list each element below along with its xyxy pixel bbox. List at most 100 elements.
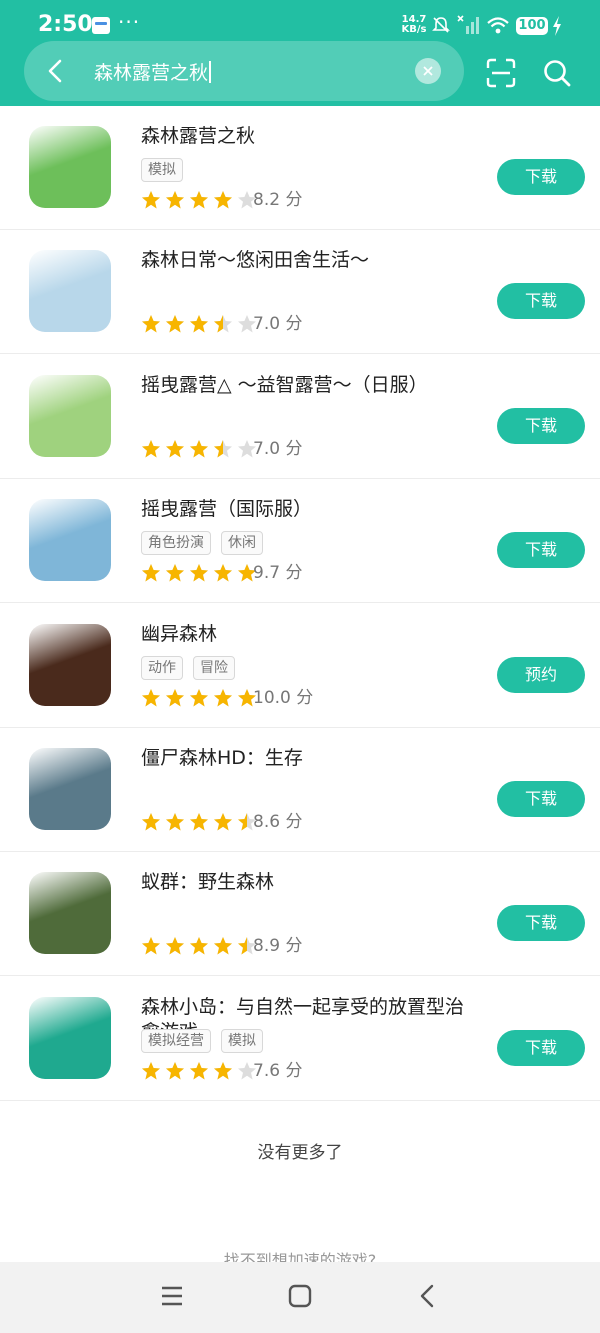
network-speed: 14.7 KB/s: [400, 15, 428, 35]
star-icon: [190, 813, 208, 831]
star-icon: [142, 689, 160, 707]
search-box[interactable]: 森林露营之秋: [24, 41, 464, 101]
game-icon[interactable]: [29, 624, 111, 706]
signal-icon: [457, 15, 479, 34]
star-icon: [142, 813, 160, 831]
muted-bell-icon: [432, 17, 450, 33]
star-icon: [166, 564, 184, 582]
star-icon: [166, 813, 184, 831]
game-score: 8.2 分: [253, 190, 303, 210]
home-icon[interactable]: [287, 1283, 313, 1309]
download-button[interactable]: 下载: [497, 905, 585, 941]
star-icon: [166, 689, 184, 707]
game-score: 9.7 分: [253, 563, 303, 583]
download-button[interactable]: 下载: [497, 1030, 585, 1066]
game-name[interactable]: 幽异森林: [141, 622, 481, 647]
back-arrow-icon[interactable]: [42, 57, 70, 85]
game-icon[interactable]: [29, 375, 111, 457]
star-icon: [166, 440, 184, 458]
star-icon: [142, 191, 160, 209]
game-tag: 冒险: [193, 656, 235, 680]
star-icon: [142, 937, 160, 955]
missing-game-hint[interactable]: 找不到想加速的游戏?: [0, 1247, 600, 1263]
network-speed-unit: KB/s: [401, 24, 427, 35]
game-score: 7.0 分: [253, 314, 303, 334]
tag-list: 模拟经营 模拟: [141, 1029, 273, 1053]
game-icon[interactable]: [29, 748, 111, 830]
star-icon: [214, 191, 232, 209]
game-name[interactable]: 摇曳露营（国际服）: [141, 497, 481, 522]
game-score: 8.9 分: [253, 936, 303, 956]
game-icon[interactable]: [29, 872, 111, 954]
game-icon[interactable]: [29, 126, 111, 208]
tag-list: 模拟: [141, 158, 193, 182]
result-row[interactable]: 僵尸森林HD：生存 8.6 分 下载: [0, 728, 600, 852]
game-tag: 角色扮演: [141, 531, 211, 555]
download-button[interactable]: 下载: [497, 283, 585, 319]
star-icon: [190, 937, 208, 955]
result-row[interactable]: 幽异森林动作 冒险 10.0 分 预约: [0, 604, 600, 728]
download-button[interactable]: 下载: [497, 781, 585, 817]
star-icon: [142, 440, 160, 458]
result-row[interactable]: 森林日常～悠闲田舍生活～ 7.0 分 下载: [0, 230, 600, 354]
game-score: 7.6 分: [253, 1061, 303, 1081]
wifi-icon: [487, 17, 509, 34]
star-icon: [190, 564, 208, 582]
top-bar: 2:50 ··· 14.7 KB/s 100 森林露营之秋: [0, 0, 600, 106]
result-row[interactable]: 森林小岛：与自然一起享受的放置型治愈游戏模拟经营模拟7.6 分下载: [0, 977, 600, 1101]
charging-icon: [553, 16, 561, 36]
star-icon: [214, 315, 232, 333]
game-tag: 模拟: [141, 158, 183, 182]
game-name[interactable]: 僵尸森林HD：生存: [141, 746, 481, 771]
game-score: 7.0 分: [253, 439, 303, 459]
game-icon[interactable]: [29, 499, 111, 581]
battery-indicator: 100: [516, 17, 548, 35]
result-row[interactable]: 摇曳露营（国际服） 角色扮演 休闲 9.7 分 下载: [0, 479, 600, 603]
scan-icon[interactable]: [486, 58, 516, 88]
message-icon: [92, 17, 110, 34]
game-name[interactable]: 蚁群：野生森林: [141, 870, 481, 895]
star-icon: [166, 1062, 184, 1080]
game-name[interactable]: 森林露营之秋: [141, 124, 481, 149]
status-time: 2:50: [38, 12, 93, 37]
download-button[interactable]: 下载: [497, 532, 585, 568]
game-score: 8.6 分: [253, 812, 303, 832]
result-row[interactable]: 森林露营之秋 模拟 8.2 分 下载: [0, 106, 600, 230]
star-icon: [214, 937, 232, 955]
download-button[interactable]: 下载: [497, 408, 585, 444]
result-row[interactable]: 蚁群：野生森林 8.9 分 下载: [0, 852, 600, 976]
star-icon: [166, 937, 184, 955]
result-row[interactable]: 摇曳露营△ ～益智露营～（日服） 7.0 分 下载: [0, 355, 600, 479]
back-nav-icon[interactable]: [415, 1283, 441, 1309]
star-icon: [166, 315, 184, 333]
search-icon[interactable]: [542, 58, 572, 88]
game-name[interactable]: 摇曳露营△ ～益智露营～（日服）: [141, 373, 481, 398]
game-tag: 模拟经营: [141, 1029, 211, 1053]
game-icon[interactable]: [29, 997, 111, 1079]
star-icon: [214, 564, 232, 582]
search-input[interactable]: 森林露营之秋: [94, 58, 212, 85]
clear-icon[interactable]: [415, 58, 441, 84]
download-button[interactable]: 下载: [497, 159, 585, 195]
no-more-label: 没有更多了: [257, 1143, 343, 1163]
game-icon[interactable]: [29, 250, 111, 332]
tag-list: 动作 冒险: [141, 656, 245, 680]
star-icon: [190, 315, 208, 333]
star-icon: [190, 191, 208, 209]
more-dots: ···: [118, 10, 141, 34]
menu-icon[interactable]: [159, 1283, 185, 1309]
game-score: 10.0 分: [253, 688, 314, 708]
star-icon: [142, 1062, 160, 1080]
star-icon: [142, 315, 160, 333]
star-icon: [214, 440, 232, 458]
text-caret: [209, 61, 212, 83]
game-tag: 模拟: [221, 1029, 263, 1053]
reserve-button[interactable]: 预约: [497, 657, 585, 693]
star-icon: [214, 689, 232, 707]
star-icon: [190, 1062, 208, 1080]
star-icon: [214, 1062, 232, 1080]
game-name[interactable]: 森林日常～悠闲田舍生活～: [141, 248, 481, 273]
status-bar: 2:50 ··· 14.7 KB/s 100: [0, 0, 600, 40]
star-icon: [190, 689, 208, 707]
search-query: 森林露营之秋: [94, 62, 209, 84]
